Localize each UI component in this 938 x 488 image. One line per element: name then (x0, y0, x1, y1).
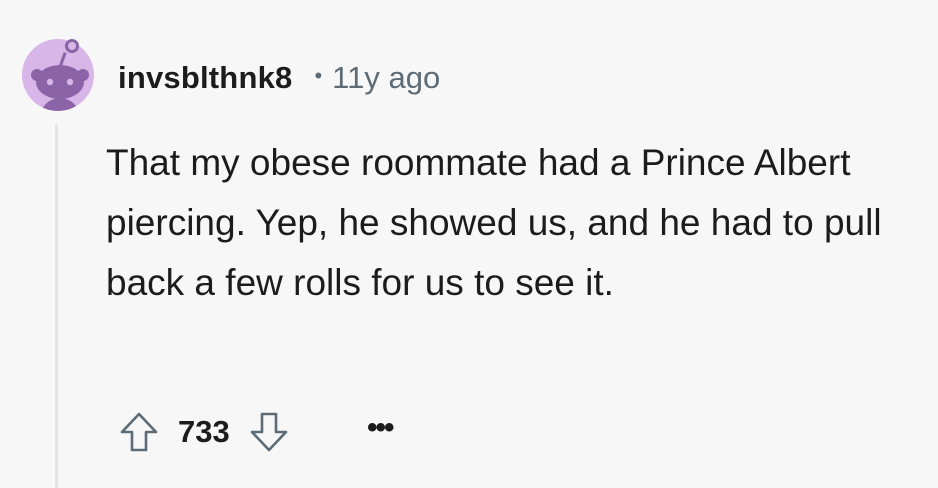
avatar[interactable] (22, 30, 94, 120)
upvote-button[interactable] (114, 407, 164, 457)
upvote-arrow-icon (120, 412, 158, 452)
username-link[interactable]: invsblthnk8 (118, 60, 292, 96)
downvote-button[interactable] (244, 407, 294, 457)
vote-score: 733 (178, 414, 230, 449)
more-options-button[interactable]: ••• (358, 408, 402, 448)
comment-body: That my obese roommate had a Prince Albe… (106, 142, 882, 303)
comment-card: invsblthnk8 • 11y ago That my obese room… (0, 0, 938, 488)
comment-header: invsblthnk8 • 11y ago (118, 54, 440, 102)
reddit-snoo-avatar-icon (22, 39, 94, 111)
thread-line[interactable] (55, 124, 58, 488)
meta-separator: • (314, 63, 323, 88)
downvote-arrow-icon (250, 412, 288, 452)
ellipsis-icon: ••• (366, 411, 394, 444)
timestamp[interactable]: 11y ago (332, 60, 440, 96)
comment-actions: 733 ••• (114, 404, 402, 460)
